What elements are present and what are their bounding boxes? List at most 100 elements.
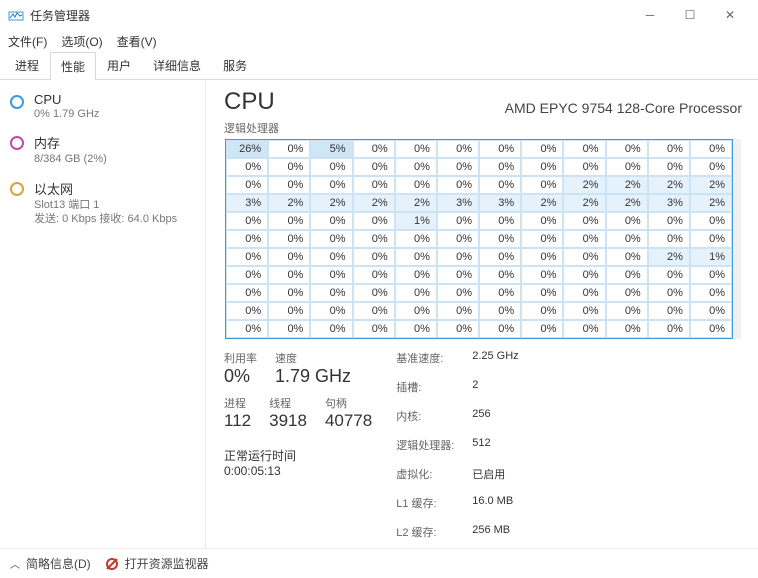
core-cell: 0% [606,320,648,338]
core-cell: 0% [226,248,268,266]
core-cell: 0% [690,302,732,320]
core-utilization-grid[interactable]: 26%0%5%0%0%0%0%0%0%0%0%0%0%0%0%0%0%0%0%0… [225,139,733,339]
sidebar-cpu-sub: 0% 1.79 GHz [34,107,99,121]
core-cell: 0% [437,302,479,320]
core-cell: 3% [226,194,268,212]
tab-performance[interactable]: 性能 [50,52,96,80]
core-cell: 0% [226,212,268,230]
uptime-label: 正常运行时间 [224,447,372,464]
core-cell: 0% [606,266,648,284]
core-cell: 0% [563,320,605,338]
core-cell: 2% [563,194,605,212]
maximize-button[interactable]: ☐ [670,1,710,29]
core-cell: 0% [479,140,521,158]
tab-details[interactable]: 详细信息 [142,51,212,79]
info-row: 插槽:2 [396,379,518,395]
core-cell: 2% [521,194,563,212]
core-cell: 0% [310,176,352,194]
resource-monitor-icon [105,557,119,571]
window-title: 任务管理器 [30,7,90,24]
core-cell: 0% [521,266,563,284]
core-cell: 1% [690,248,732,266]
core-cell: 0% [226,302,268,320]
sidebar: CPU 0% 1.79 GHz 内存 8/384 GB (2%) 以太网 Slo… [0,80,206,548]
menu-options[interactable]: 选项(O) [61,33,102,50]
core-cell: 2% [395,194,437,212]
core-cell: 0% [437,266,479,284]
core-cell: 0% [310,266,352,284]
core-cell: 0% [563,302,605,320]
util-value: 0% [224,366,257,387]
tab-services[interactable]: 服务 [212,51,258,79]
core-cell: 0% [268,176,310,194]
core-cell: 0% [479,266,521,284]
core-cell: 0% [395,320,437,338]
resource-monitor-link[interactable]: 打开资源监视器 [105,555,209,572]
cpu-model: AMD EPYC 9754 128-Core Processor [505,100,742,116]
tab-processes[interactable]: 进程 [4,51,50,79]
brief-label: 简略信息(D) [26,555,91,572]
cpu-info-column: 基准速度:2.25 GHz插槽:2内核:256逻辑处理器:512虚拟化:已启用L… [396,350,518,548]
core-cell: 0% [606,212,648,230]
core-cell: 0% [353,158,395,176]
sidebar-item-ethernet[interactable]: 以太网 Slot13 端口 1 发送: 0 Kbps 接收: 64.0 Kbps [0,173,205,233]
sidebar-item-memory[interactable]: 内存 8/384 GB (2%) [0,127,205,172]
core-cell: 0% [563,230,605,248]
core-cell: 0% [563,158,605,176]
handle-label: 句柄 [325,395,372,411]
info-row: L1 缓存:16.0 MB [396,495,518,511]
app-icon [8,7,24,23]
core-cell: 0% [437,320,479,338]
core-cell: 0% [268,248,310,266]
core-cell: 0% [521,212,563,230]
core-cell: 0% [268,212,310,230]
menu-bar: 文件(F) 选项(O) 查看(V) [0,30,758,52]
sidebar-mem-title: 内存 [34,133,107,152]
grid-scrollbar[interactable] [733,139,741,339]
core-cell: 2% [648,248,690,266]
core-cell: 0% [606,140,648,158]
thread-value: 3918 [269,411,307,431]
info-value: 256 MB [472,524,510,540]
minimize-button[interactable]: ─ [630,1,670,29]
info-value: 16.0 MB [472,495,513,511]
core-cell: 0% [310,230,352,248]
core-cell: 0% [648,320,690,338]
info-row: 基准速度:2.25 GHz [396,350,518,366]
core-cell: 0% [268,320,310,338]
core-cell: 0% [226,230,268,248]
proc-value: 112 [224,411,251,431]
cpu-icon [10,95,24,109]
close-button[interactable]: ✕ [710,1,750,29]
chevron-up-icon: ︿ [10,556,20,571]
core-cell: 0% [606,230,648,248]
grid-label: 逻辑处理器 [224,120,742,136]
core-cell: 3% [648,194,690,212]
tab-bar: 进程 性能 用户 详细信息 服务 [0,52,758,80]
core-cell: 2% [690,176,732,194]
sidebar-item-cpu[interactable]: CPU 0% 1.79 GHz [0,86,205,127]
brief-view-link[interactable]: ︿ 简略信息(D) [10,555,91,572]
core-cell: 0% [353,266,395,284]
core-cell: 0% [353,176,395,194]
core-cell: 0% [437,158,479,176]
speed-label: 速度 [275,350,351,366]
core-cell: 0% [521,140,563,158]
ethernet-icon [10,182,24,196]
tab-users[interactable]: 用户 [96,51,142,79]
core-cell: 0% [437,284,479,302]
core-cell: 2% [606,176,648,194]
core-cell: 0% [395,266,437,284]
main-panel: CPU AMD EPYC 9754 128-Core Processor 逻辑处… [206,80,758,548]
core-cell: 0% [395,230,437,248]
core-cell: 0% [479,284,521,302]
core-cell: 0% [268,266,310,284]
core-cell: 2% [648,176,690,194]
sidebar-net-sub: Slot13 端口 1 [34,198,177,212]
menu-view[interactable]: 查看(V) [117,33,157,50]
title-bar: 任务管理器 ─ ☐ ✕ [0,0,758,30]
core-cell: 2% [268,194,310,212]
proc-label: 进程 [224,395,251,411]
menu-file[interactable]: 文件(F) [8,33,47,50]
core-cell: 3% [479,194,521,212]
